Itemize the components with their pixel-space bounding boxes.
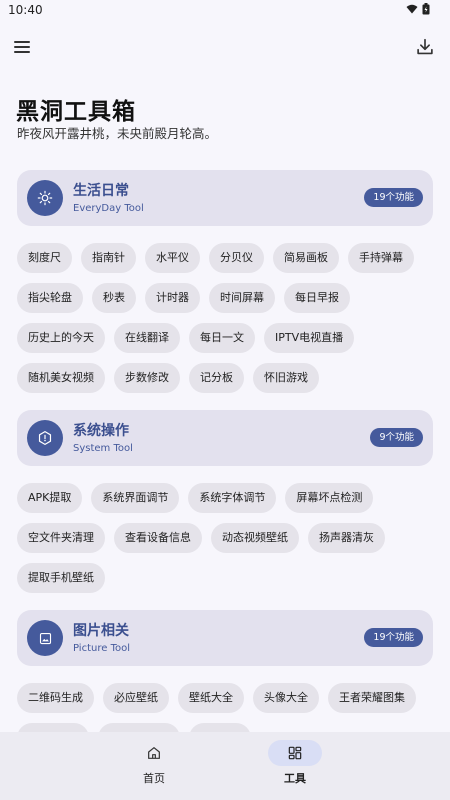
- tool-chip[interactable]: 在线翻译: [114, 323, 180, 353]
- section-count-badge: 9个功能: [370, 428, 423, 447]
- section-subtitle: EveryDay Tool: [73, 203, 144, 214]
- section-title: 生活日常: [73, 183, 129, 199]
- section-icon-badge: [27, 180, 63, 216]
- status-icons: [406, 3, 430, 15]
- section-count-badge: 19个功能: [364, 628, 423, 647]
- tool-chip[interactable]: 王者荣耀图集: [328, 683, 416, 713]
- tool-chip[interactable]: 提取手机壁纸: [17, 563, 105, 593]
- section-header-everyday[interactable]: 生活日常 EveryDay Tool 19个功能: [17, 170, 433, 226]
- chip-row: 刻度尺 指南针 水平仪 分贝仪 简易画板 手持弹幕: [17, 243, 414, 273]
- nav-label: 工具: [284, 772, 306, 785]
- tool-chip[interactable]: APK提取: [17, 483, 83, 513]
- chip-row: 历史上的今天 在线翻译 每日一文 IPTV电视直播: [17, 323, 355, 353]
- tool-chip[interactable]: IPTV电视直播: [264, 323, 355, 353]
- tool-chip[interactable]: 指尖轮盘: [17, 283, 83, 313]
- status-time: 10:40: [8, 3, 43, 17]
- image-icon: [39, 632, 51, 644]
- tool-chip[interactable]: 每日早报: [284, 283, 350, 313]
- section-title: 系统操作: [73, 423, 129, 439]
- tool-chip[interactable]: 随机美女视频: [17, 363, 105, 393]
- tool-chip[interactable]: 记分板: [189, 363, 244, 393]
- chip-row: 指尖轮盘 秒表 计时器 时间屏幕 每日早报: [17, 283, 350, 313]
- chip-row: APK提取 系统界面调节 系统字体调节 屏幕坏点检测: [17, 483, 374, 513]
- tool-chip[interactable]: 怀旧游戏: [253, 363, 319, 393]
- tool-chip[interactable]: 刻度尺: [17, 243, 72, 273]
- tool-chip[interactable]: 头像大全: [253, 683, 319, 713]
- nav-icon-container: [268, 740, 322, 766]
- tool-chip[interactable]: 时间屏幕: [209, 283, 275, 313]
- home-icon: [148, 747, 160, 759]
- download-icon[interactable]: [414, 36, 436, 58]
- sun-icon: [37, 190, 53, 206]
- tool-chip[interactable]: 步数修改: [114, 363, 180, 393]
- tool-chip[interactable]: 计时器: [145, 283, 200, 313]
- nav-icon-container: [127, 740, 181, 766]
- section-header-picture[interactable]: 图片相关 Picture Tool 19个功能: [17, 610, 433, 666]
- chip-row: 二维码生成 必应壁纸 壁纸大全 头像大全 王者荣耀图集: [17, 683, 416, 713]
- section-icon-badge: [27, 420, 63, 456]
- tool-chip[interactable]: 手持弹幕: [348, 243, 414, 273]
- section-header-system[interactable]: 系统操作 System Tool 9个功能: [17, 410, 433, 466]
- tool-chip[interactable]: 简易画板: [273, 243, 339, 273]
- grid-icon: [288, 746, 302, 760]
- settings-icon: [38, 431, 52, 445]
- tool-chip[interactable]: 二维码生成: [17, 683, 94, 713]
- top-app-bar: [0, 30, 450, 66]
- section-count-badge: 19个功能: [364, 188, 423, 207]
- nav-item-home[interactable]: 首页: [114, 740, 194, 786]
- tool-chip[interactable]: 必应壁纸: [103, 683, 169, 713]
- battery-icon: [422, 3, 430, 15]
- tool-chip[interactable]: 空文件夹清理: [17, 523, 105, 553]
- tool-chip[interactable]: 指南针: [81, 243, 136, 273]
- page-title: 黑洞工具箱: [16, 99, 136, 125]
- tool-chip[interactable]: 壁纸大全: [178, 683, 244, 713]
- tool-chip[interactable]: 历史上的今天: [17, 323, 105, 353]
- tool-chip[interactable]: 水平仪: [145, 243, 200, 273]
- tool-chip[interactable]: 系统字体调节: [188, 483, 277, 513]
- nav-label: 首页: [143, 772, 165, 785]
- section-title: 图片相关: [73, 623, 129, 639]
- wifi-icon: [406, 4, 418, 14]
- tool-chip[interactable]: 系统界面调节: [91, 483, 180, 513]
- nav-item-tools[interactable]: 工具: [255, 740, 335, 786]
- tool-chip[interactable]: 秒表: [92, 283, 136, 313]
- section-subtitle: System Tool: [73, 443, 133, 454]
- chip-row: 空文件夹清理 查看设备信息 动态视频壁纸 扬声器清灰: [17, 523, 385, 553]
- section-subtitle: Picture Tool: [73, 643, 130, 654]
- status-bar: 10:40: [0, 0, 450, 22]
- bottom-navigation: 首页 工具: [0, 732, 450, 800]
- chip-row: 提取手机壁纸: [17, 563, 105, 593]
- tool-chip[interactable]: 每日一文: [189, 323, 255, 353]
- tool-chip[interactable]: 动态视频壁纸: [211, 523, 299, 553]
- chip-row: 随机美女视频 步数修改 记分板 怀旧游戏: [17, 363, 319, 393]
- tool-chip[interactable]: 屏幕坏点检测: [285, 483, 374, 513]
- section-icon-badge: [27, 620, 63, 656]
- tool-chip[interactable]: 分贝仪: [209, 243, 264, 273]
- tool-chip[interactable]: 查看设备信息: [114, 523, 202, 553]
- page-subtitle: 昨夜风开露井桃，未央前殿月轮高。: [17, 126, 218, 141]
- tool-chip[interactable]: 扬声器清灰: [308, 523, 385, 553]
- menu-icon[interactable]: [14, 36, 36, 58]
